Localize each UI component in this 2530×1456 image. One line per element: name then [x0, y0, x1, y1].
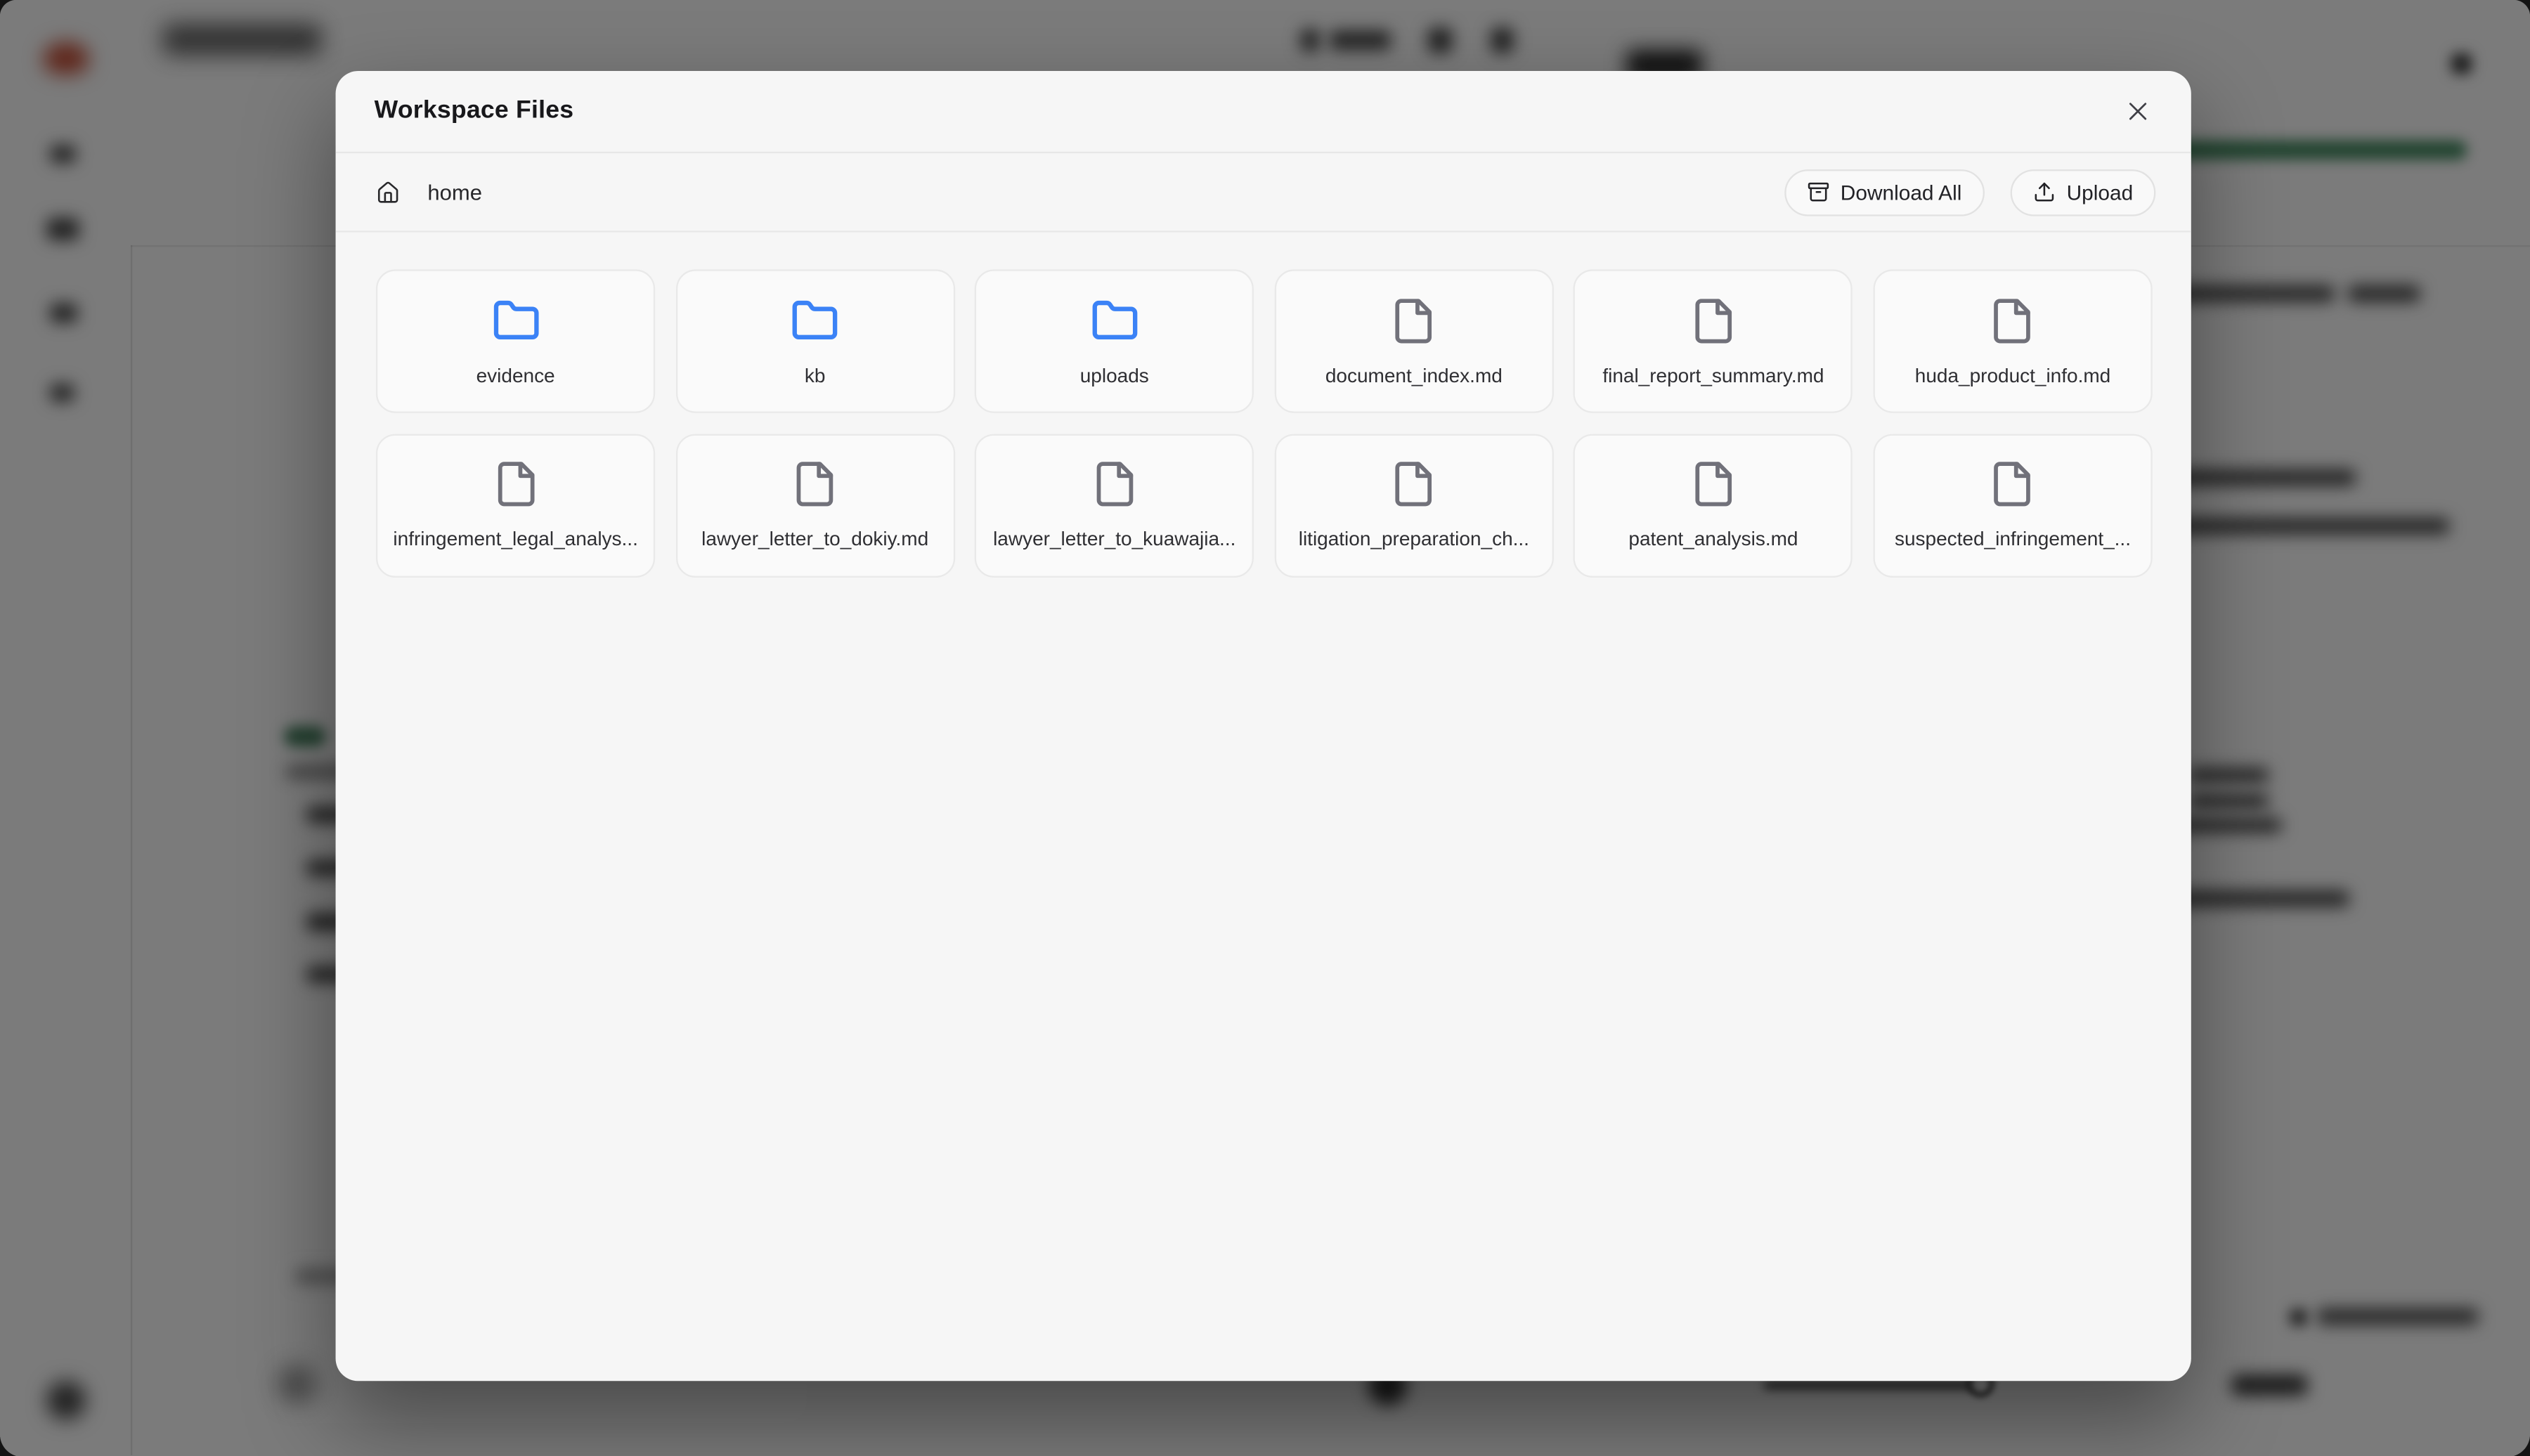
folder-card[interactable]: kb [675, 269, 954, 412]
file-icon [1989, 296, 2037, 344]
file-card[interactable]: lawyer_letter_to_dokiy.md [675, 433, 954, 576]
screen: Workspace Files home Downlo [0, 0, 2530, 1456]
file-card-label: kb [805, 364, 826, 386]
file-card-label: document_index.md [1325, 364, 1503, 386]
file-icon [1989, 460, 2037, 508]
file-icon [491, 460, 540, 508]
breadcrumb-location: home [427, 180, 482, 204]
archive-icon [1807, 181, 1829, 203]
file-icon [1689, 460, 1737, 508]
modal-header: Workspace Files [336, 71, 2191, 153]
upload-label: Upload [2067, 180, 2134, 204]
file-icon [1389, 296, 1438, 344]
file-card-label: huda_product_info.md [1915, 364, 2110, 386]
file-card[interactable]: patent_analysis.md [1574, 433, 1853, 576]
breadcrumb: home [376, 180, 1784, 204]
file-card[interactable]: suspected_infringement_... [1873, 433, 2152, 576]
file-card[interactable]: infringement_legal_analys... [376, 433, 655, 576]
folder-icon [491, 296, 540, 344]
download-all-button[interactable]: Download All [1784, 169, 1984, 216]
modal-title: Workspace Files [375, 97, 2117, 126]
folder-card[interactable]: evidence [376, 269, 655, 412]
file-card-label: litigation_preparation_ch... [1299, 528, 1529, 550]
home-icon [376, 180, 400, 204]
file-card-label: final_report_summary.md [1602, 364, 1824, 386]
file-card-label: lawyer_letter_to_kuawajia... [993, 528, 1235, 550]
file-icon [1389, 460, 1438, 508]
file-card[interactable]: litigation_preparation_ch... [1274, 433, 1553, 576]
workspace-files-modal: Workspace Files home Downlo [336, 71, 2191, 1381]
upload-icon [2032, 181, 2055, 203]
file-card[interactable]: lawyer_letter_to_kuawajia... [975, 433, 1254, 576]
file-icon [1090, 460, 1138, 508]
file-card-label: patent_analysis.md [1628, 528, 1798, 550]
modal-toolbar: home Download All Upload [336, 153, 2191, 232]
file-card-label: suspected_infringement_... [1895, 528, 2131, 550]
folder-icon [1090, 296, 1138, 344]
close-button[interactable] [2117, 91, 2159, 133]
download-all-label: Download All [1841, 180, 1962, 204]
file-icon [1689, 296, 1737, 344]
folder-icon [791, 296, 839, 344]
file-card-label: uploads [1080, 364, 1149, 386]
file-card[interactable]: final_report_summary.md [1574, 269, 1853, 412]
home-button[interactable] [376, 180, 400, 204]
folder-card[interactable]: uploads [975, 269, 1254, 412]
close-icon [2125, 98, 2151, 124]
upload-button[interactable]: Upload [2010, 169, 2155, 216]
file-icon [791, 460, 839, 508]
file-card-label: lawyer_letter_to_dokiy.md [701, 528, 928, 550]
file-grid: evidence kb uploads document_index.md [336, 233, 2191, 577]
file-card[interactable]: document_index.md [1274, 269, 1553, 412]
file-card[interactable]: huda_product_info.md [1873, 269, 2152, 412]
file-card-label: evidence [476, 364, 555, 386]
file-card-label: infringement_legal_analys... [393, 528, 637, 550]
